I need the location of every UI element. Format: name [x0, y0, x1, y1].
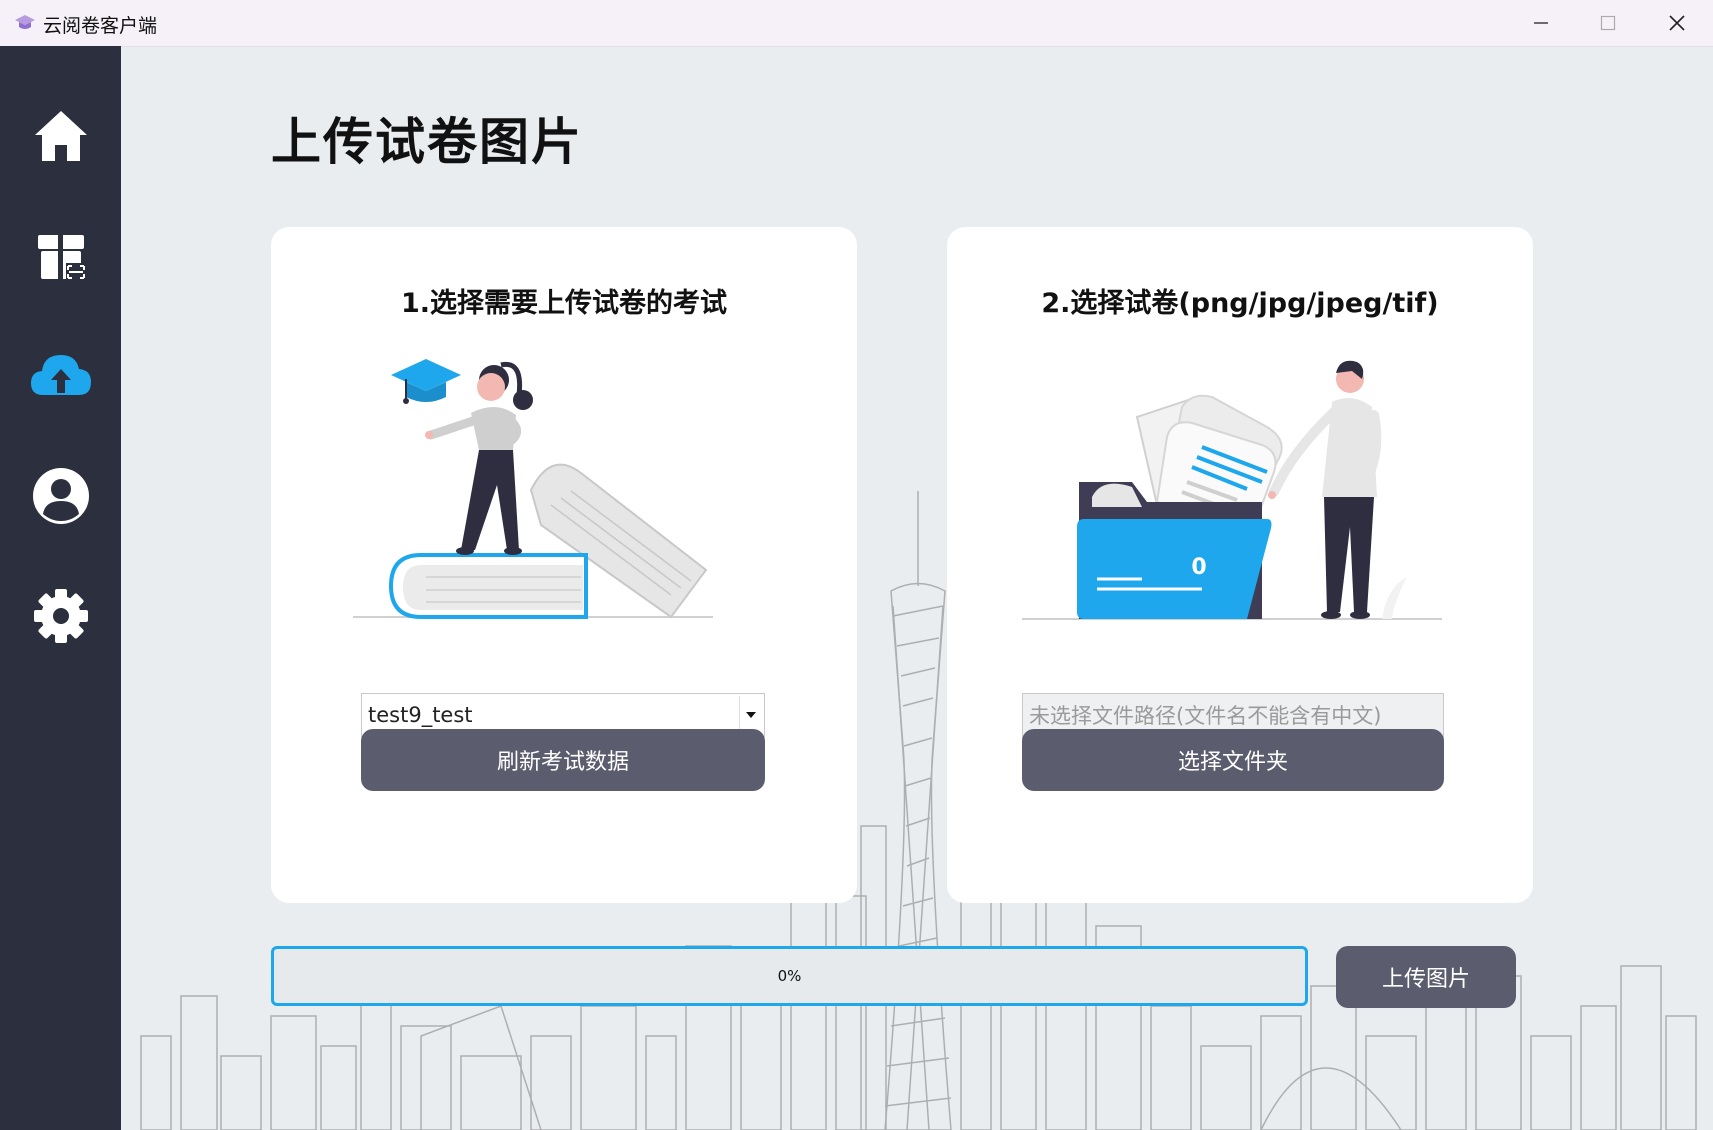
refresh-exam-button[interactable]: 刷新考试数据: [361, 729, 765, 791]
close-icon: [1669, 15, 1685, 31]
minimize-button[interactable]: [1507, 0, 1575, 46]
app-logo-icon: [15, 15, 35, 29]
sidebar-item-exam[interactable]: [27, 222, 95, 290]
maximize-icon: [1600, 15, 1616, 31]
minimize-icon: [1534, 22, 1548, 24]
exam-package-icon: [38, 235, 86, 281]
title-bar: 云阅卷客户端: [0, 0, 1713, 47]
home-icon: [35, 111, 87, 161]
exam-select-card: 1.选择需要上传试卷的考试 test9_test 刷新考试数据: [271, 227, 857, 903]
sidebar-item-settings[interactable]: [27, 582, 95, 650]
choose-folder-button[interactable]: 选择文件夹: [1022, 729, 1444, 791]
file-card-title: 2.选择试卷(png/jpg/jpeg/tif): [1041, 288, 1439, 319]
close-button[interactable]: [1643, 0, 1711, 46]
file-select-card: 2.选择试卷(png/jpg/jpeg/tif) 0 未选择文件路径(文件名不能…: [947, 227, 1533, 903]
exam-select-value: test9_test: [368, 703, 473, 727]
cloud-upload-icon: [31, 355, 91, 395]
user-icon: [33, 468, 89, 524]
upload-progress-text: 0%: [777, 967, 802, 985]
sidebar-item-profile[interactable]: [27, 462, 95, 530]
upload-images-button[interactable]: 上传图片: [1336, 946, 1516, 1008]
folder-count: 0: [1191, 555, 1206, 580]
page-title: 上传试卷图片: [271, 113, 583, 171]
upload-progress-bar: 0%: [271, 946, 1308, 1006]
sidebar-item-upload[interactable]: [27, 342, 95, 410]
main-content: 上传试卷图片 1.选择需要上传试卷的考试 test9_test 刷新考试数据 2…: [121, 46, 1713, 1130]
folder-person-illustration: 0: [1022, 360, 1442, 620]
exam-card-title: 1.选择需要上传试卷的考试: [400, 288, 728, 319]
sidebar-item-home[interactable]: [27, 102, 95, 170]
maximize-button[interactable]: [1574, 0, 1642, 46]
settings-icon: [34, 589, 88, 643]
window-title: 云阅卷客户端: [43, 15, 158, 37]
sidebar: [0, 46, 121, 1130]
student-books-illustration: [353, 359, 713, 619]
